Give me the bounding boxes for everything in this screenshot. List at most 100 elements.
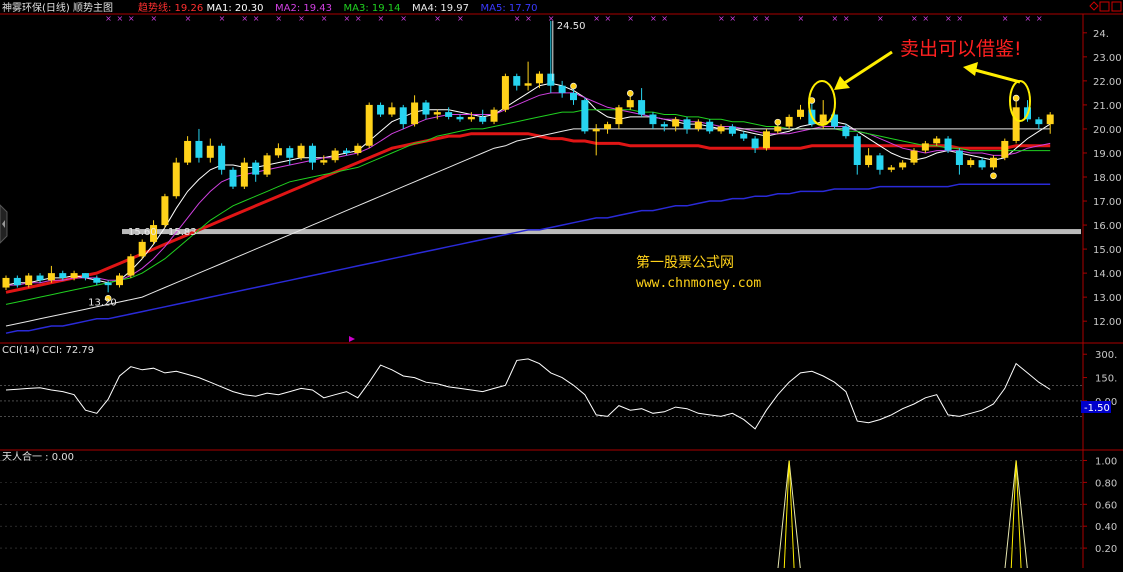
candle-body	[59, 273, 67, 278]
candle-body	[286, 148, 294, 158]
candle-body	[456, 116, 464, 120]
candle-body	[921, 143, 929, 151]
candle-11[interactable]	[127, 253, 135, 278]
candle-body	[876, 155, 884, 170]
candle-body	[740, 133, 748, 139]
price-tick-label-4: 16.00	[1093, 221, 1122, 232]
top-signal-mark-19: ×	[548, 14, 555, 23]
candle-43[interactable]	[490, 107, 498, 125]
candle-body	[910, 150, 918, 163]
candle-body	[161, 196, 169, 226]
candle-body	[25, 275, 33, 286]
candle-body	[626, 100, 634, 108]
candle-body	[320, 160, 328, 163]
candle-body	[206, 145, 214, 158]
candle-signal-sell-2	[626, 89, 634, 97]
header-indicator-4: MA4: 19.97	[412, 3, 469, 14]
header-indicator-2: MA2: 19.43	[275, 3, 332, 14]
candle-signal-sell-3	[774, 118, 782, 126]
price-tick-label-11: 23.00	[1093, 53, 1122, 64]
candle-body	[978, 160, 986, 168]
candle-body	[297, 145, 305, 158]
candle-body	[967, 160, 975, 165]
candle-body	[762, 131, 770, 149]
candle-15[interactable]	[172, 157, 180, 199]
signal-title: 天人合一 : 0.00	[2, 450, 74, 463]
candle-88[interactable]	[1001, 138, 1009, 161]
price-tick-label-3: 15.00	[1093, 245, 1122, 256]
top-signal-mark-13: ×	[378, 14, 385, 23]
top-signal-mark-36: ×	[956, 14, 963, 23]
candle-body	[218, 145, 226, 170]
candle-body	[865, 155, 873, 165]
candle-body	[36, 275, 44, 281]
signal-tick-label-4: 0.20	[1095, 544, 1117, 555]
price-tick-label-2: 14.00	[1093, 269, 1122, 280]
price-tick-label-12: 24.	[1093, 29, 1109, 40]
candle-body	[694, 121, 702, 129]
candle-body	[422, 102, 430, 115]
candle-26[interactable]	[297, 143, 305, 161]
candle-51[interactable]	[581, 97, 589, 134]
candle-body	[887, 167, 895, 170]
candle-body	[524, 83, 532, 86]
candle-83[interactable]	[944, 136, 952, 153]
candle-body	[229, 169, 237, 187]
price-tick-label-5: 17.00	[1093, 197, 1122, 208]
candle-body	[467, 116, 475, 120]
support-level-line	[122, 229, 1081, 235]
top-signal-mark-23: ×	[650, 14, 657, 23]
watermark-url: www.chnmoney.com	[636, 276, 761, 291]
signal-tick-label-2: 0.60	[1095, 500, 1117, 511]
candle-body	[683, 119, 691, 129]
candle-23[interactable]	[263, 152, 271, 177]
candle-body	[570, 92, 577, 101]
candle-67[interactable]	[762, 128, 770, 151]
candle-12[interactable]	[138, 239, 146, 259]
watermark-title: 第一股票公式网	[636, 254, 734, 271]
cci-tick-label-0: 300.	[1095, 350, 1117, 361]
top-signal-mark-7: ×	[253, 14, 260, 23]
top-signal-mark-8: ×	[275, 14, 282, 23]
price-tick-label-6: 18.00	[1093, 173, 1122, 184]
candle-14[interactable]	[161, 193, 169, 228]
sell-annotation-text: 卖出可以借鉴!	[900, 38, 1022, 60]
support-label-a: 15.60	[128, 227, 157, 238]
candle-body	[797, 109, 804, 117]
candle-body	[354, 145, 362, 153]
top-signal-mark-33: ×	[911, 14, 918, 23]
top-signal-mark-21: ×	[605, 14, 612, 23]
candle-44[interactable]	[501, 73, 509, 113]
top-signal-mark-17: ×	[514, 14, 521, 23]
chart-canvas[interactable]: 神雾环保(日线) 顺势主图 趋势线: 19.26 MA1: 20.30 MA2: 1…	[0, 0, 1123, 571]
candle-20[interactable]	[229, 167, 237, 190]
candle-body	[535, 73, 543, 84]
candle-body	[252, 162, 260, 175]
top-signal-mark-29: ×	[798, 14, 805, 23]
header-indicator-5: MA5: 17.70	[481, 3, 538, 14]
top-signal-mark-11: ×	[344, 14, 351, 23]
top-signal-mark-38: ×	[1025, 14, 1032, 23]
top-signal-mark-20: ×	[593, 14, 600, 23]
low-price-label: 13.20	[88, 297, 117, 308]
candle-80[interactable]	[910, 148, 918, 165]
top-signal-mark-10: ×	[321, 14, 328, 23]
signal-tick-label-3: 0.40	[1095, 522, 1117, 533]
candle-body	[1035, 119, 1043, 125]
top-signal-mark-34: ×	[922, 14, 929, 23]
top-signal-mark-9: ×	[298, 14, 305, 23]
candle-body	[116, 275, 123, 286]
left-scroll-handle[interactable]	[0, 204, 8, 244]
price-tick-label-9: 21.00	[1093, 101, 1122, 112]
candle-body	[263, 155, 271, 175]
candle-32[interactable]	[365, 102, 373, 149]
candle-body	[127, 256, 135, 276]
candle-body	[13, 277, 21, 286]
candle-body	[388, 107, 396, 115]
top-signal-mark-35: ×	[945, 14, 952, 23]
candle-body	[343, 150, 350, 153]
price-tick-label-1: 13.00	[1093, 293, 1122, 304]
high-price-label: 24.50	[557, 21, 586, 32]
top-signal-mark-4: ×	[185, 14, 192, 23]
price-tick-label-7: 19.00	[1093, 149, 1122, 160]
